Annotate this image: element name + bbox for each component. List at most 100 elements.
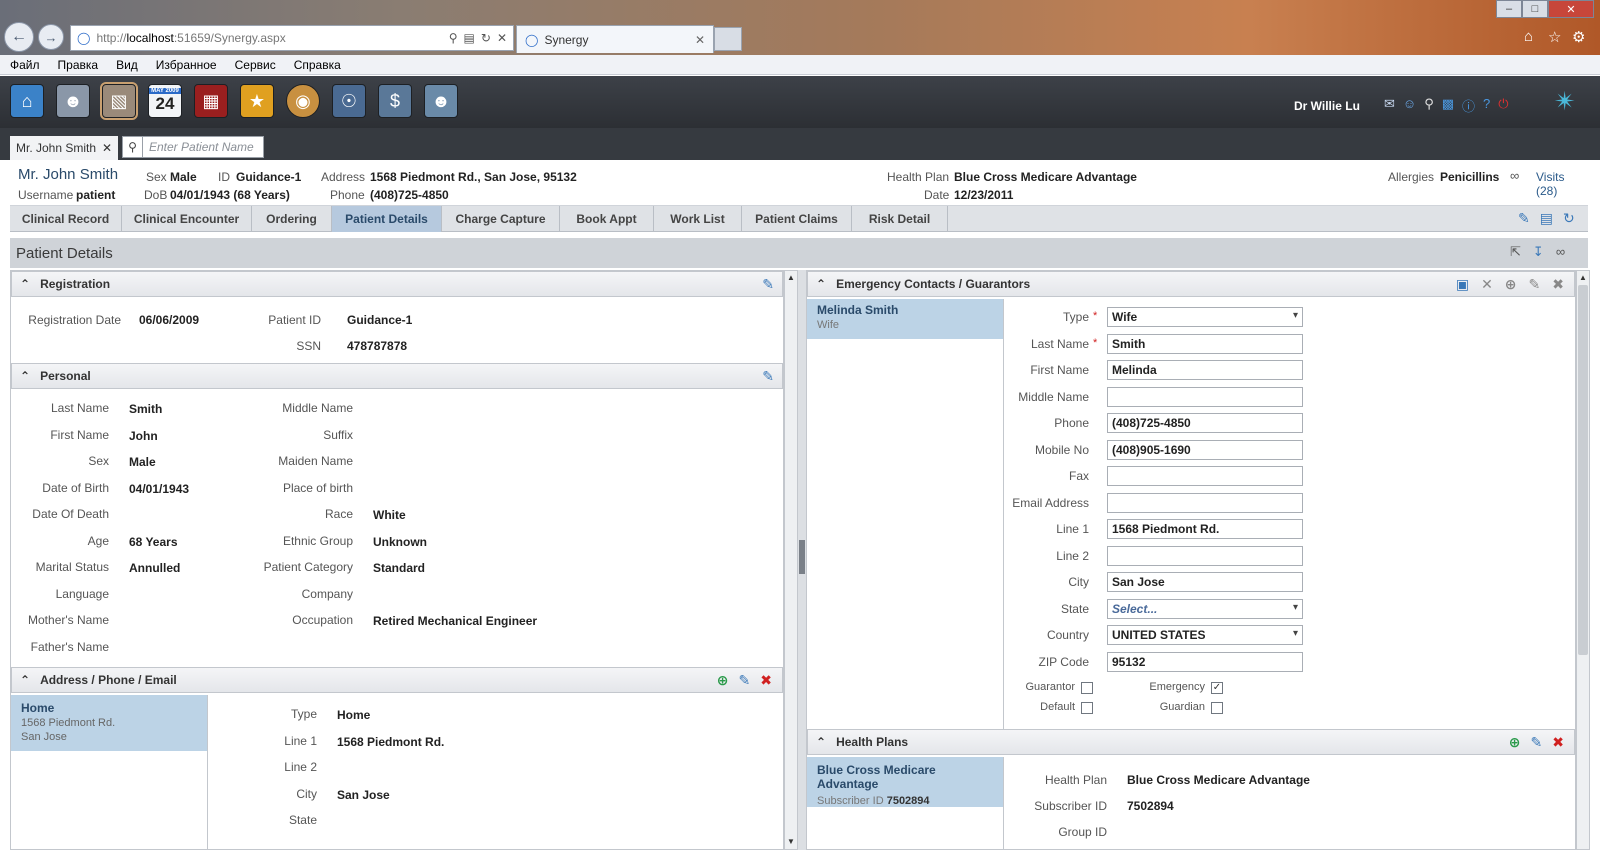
delete-x-icon[interactable]: ✖ [760,672,772,689]
checkbox-default[interactable] [1081,702,1093,714]
patient-chart-icon[interactable]: ▧ [100,82,138,120]
user-profile-icon[interactable]: ☻ [424,84,458,118]
collapse-chevron-icon[interactable]: ⌃ [816,277,826,291]
contact-field-select[interactable]: Wife [1107,307,1303,327]
star-icon[interactable]: ★ [240,84,274,118]
splitter[interactable] [798,270,806,850]
tab-charge-capture[interactable]: Charge Capture [442,206,560,232]
forward-arrow-icon[interactable]: → [38,24,64,50]
scroll-thumb[interactable] [1578,285,1588,655]
edit-pencil-icon[interactable]: ✎ [762,368,774,385]
delete-x-icon[interactable]: ✖ [1552,276,1564,293]
contact-field-input[interactable]: (408)905-1690 [1107,439,1303,460]
add-circle-icon[interactable]: ⊕ [1505,276,1517,293]
back-arrow-icon[interactable]: ← [4,22,34,52]
refresh-icon[interactable]: ↻ [481,31,491,45]
address-list-item[interactable]: Home 1568 Piedmont Rd. San Jose [11,695,207,751]
menu-help[interactable]: Справка [294,58,341,72]
tab-patient-claims[interactable]: Patient Claims [742,206,852,232]
cancel-x-icon[interactable]: ✕ [1481,276,1493,293]
contact-field-input[interactable] [1107,492,1303,513]
search-icon[interactable]: ⚲ [123,137,143,157]
collapse-chevron-icon[interactable]: ⌃ [816,735,826,749]
splitter-handle[interactable] [799,540,805,574]
key-icon[interactable]: ⚲ [1424,96,1434,115]
glasses-icon[interactable]: ∞ [1510,168,1519,183]
menu-edit[interactable]: Правка [58,58,99,72]
checkbox-guarantor[interactable] [1081,682,1093,694]
tab-risk-detail[interactable]: Risk Detail [852,206,948,232]
visits-link[interactable]: Visits (28) [1536,170,1588,198]
tab-ordering[interactable]: Ordering [252,206,332,232]
menu-tools[interactable]: Сервис [235,58,276,72]
refresh-icon[interactable]: ↻ [1563,210,1575,227]
scroll-down-icon[interactable]: ▼ [787,837,795,846]
glasses-icon[interactable]: ∞ [1556,244,1565,260]
collapse-chevron-icon[interactable]: ⌃ [20,369,30,383]
patient-search[interactable]: ⚲ Enter Patient Name [122,136,264,158]
monitor-icon[interactable]: ▩ [1442,96,1454,115]
contact-field-select[interactable]: UNITED STATES [1107,625,1303,645]
maximize-button[interactable]: □ [1522,0,1548,18]
gear-icon[interactable]: ⚙ [1572,28,1585,46]
contact-field-input[interactable]: (408)725-4850 [1107,413,1303,433]
edit-pencil-icon[interactable]: ✎ [762,276,774,293]
add-circle-icon[interactable]: ⊕ [717,672,729,689]
menu-favorites[interactable]: Избранное [156,58,217,72]
home-icon[interactable]: ⌂ [1524,28,1533,45]
close-tab-icon[interactable]: ✕ [695,33,705,47]
add-circle-icon[interactable]: ⊕ [1509,734,1521,751]
user-icon[interactable]: ☺ [1403,96,1416,115]
checkbox-emergency[interactable]: ✓ [1211,682,1223,694]
info-icon[interactable]: ⓘ [1462,96,1475,115]
calendar-icon[interactable]: MAY 2009 24 [148,84,182,118]
dollar-search-icon[interactable]: $ [378,84,412,118]
personal-header[interactable]: ⌃ Personal ✎ [11,363,783,389]
contact-field-input[interactable] [1107,466,1303,486]
tab-clinical-record[interactable]: Clinical Record [10,206,122,232]
tab-work-list[interactable]: Work List [654,206,742,232]
close-patient-tab-icon[interactable]: ✕ [102,141,112,155]
scroll-up-icon[interactable]: ▲ [787,273,795,282]
download-icon[interactable]: ↧ [1533,244,1544,260]
collapse-chevron-icon[interactable]: ⌃ [20,673,30,687]
help-icon[interactable]: ? [1483,96,1490,115]
save-disk-icon[interactable]: ▣ [1456,276,1469,293]
edit-pencil-icon[interactable]: ✎ [739,672,751,689]
coin-icon[interactable]: ◉ [286,84,320,118]
stop-icon[interactable]: ✕ [497,31,507,45]
scroll-up-icon[interactable]: ▲ [1579,273,1587,282]
health-plans-header[interactable]: ⌃ Health Plans ⊕ ✎ ✖ [807,729,1575,755]
tab-patient-details[interactable]: Patient Details [332,206,442,232]
search-icon[interactable]: ⚲ [449,31,458,45]
edit-pencil-icon[interactable]: ✎ [1529,276,1541,293]
contact-field-input[interactable] [1107,386,1303,407]
compat-view-icon[interactable]: ▤ [464,31,475,45]
address-header[interactable]: ⌃ Address / Phone / Email ⊕ ✎ ✖ [11,667,783,693]
patient-tab[interactable]: Mr. John Smith ✕ [10,136,118,160]
edit-pencil-icon[interactable]: ✎ [1518,210,1530,227]
new-tab-button[interactable] [714,27,742,51]
left-scrollbar[interactable]: ▲ ▼ [784,270,798,850]
menu-file[interactable]: Файл [10,58,40,72]
edit-pencil-icon[interactable]: ✎ [1531,734,1543,751]
delete-x-icon[interactable]: ✖ [1552,734,1564,751]
console-icon[interactable]: ▤ [1540,210,1553,227]
emergency-header[interactable]: ⌃ Emergency Contacts / Guarantors ▣ ✕ ⊕ … [807,271,1575,297]
contact-field-select[interactable]: Select... [1107,598,1303,619]
contact-field-input[interactable]: Melinda [1107,360,1303,380]
favorites-star-icon[interactable]: ☆ [1548,28,1561,46]
health-plan-list-item[interactable]: Blue Cross Medicare Advantage Subscriber… [807,757,1003,807]
checkbox-guardian[interactable] [1211,702,1223,714]
home-icon[interactable]: ⌂ [10,84,44,118]
film-reel-icon[interactable]: ▦ [194,84,228,118]
address-bar[interactable]: ◯ http://localhost:51659/Synergy.aspx ⚲ ▤… [70,25,514,51]
power-icon[interactable]: ⏻ [1498,96,1508,115]
contact-field-input[interactable]: 95132 [1107,651,1303,672]
contact-field-input[interactable] [1107,545,1303,566]
tab-book-appt[interactable]: Book Appt [560,206,654,232]
close-window-button[interactable]: ✕ [1548,0,1594,18]
contact-field-input[interactable]: San Jose [1107,572,1303,592]
contact-field-input[interactable]: Smith [1107,333,1303,354]
mail-icon[interactable]: ✉ [1384,96,1395,115]
